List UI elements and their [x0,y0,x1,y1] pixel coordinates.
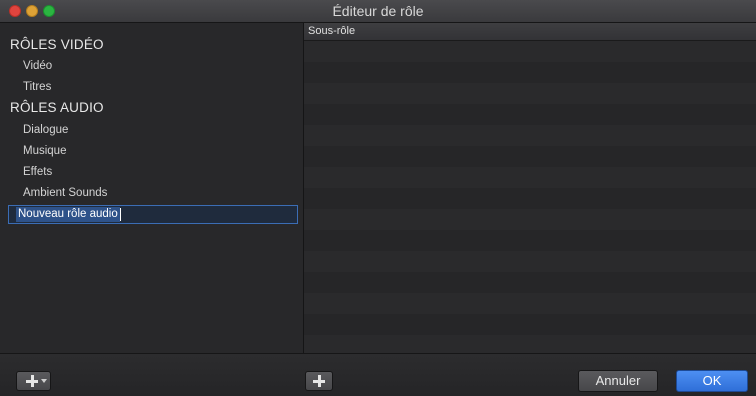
table-row [304,251,756,272]
subrole-column-label: Sous-rôle [308,25,356,37]
table-row [304,272,756,293]
new-audio-role-field[interactable]: Nouveau rôle audio [8,205,298,224]
bottom-toolbar: Annuler OK [0,353,756,396]
ok-button[interactable]: OK [676,370,748,392]
role-editor-window: Éditeur de rôle RÔLES VIDÉO Vidéo Titres… [0,0,756,396]
role-item-dialogue[interactable]: Dialogue [23,120,68,140]
role-item-music[interactable]: Musique [23,141,66,161]
add-role-menu-button[interactable] [16,371,51,391]
new-audio-role-name[interactable]: Nouveau rôle audio [16,207,120,222]
table-row [304,104,756,125]
role-item-effects[interactable]: Effets [23,162,52,182]
table-row [304,83,756,104]
table-row [304,41,756,62]
subrole-rows [304,41,756,356]
subrole-column-header[interactable]: Sous-rôle [304,23,756,41]
table-row [304,167,756,188]
audio-roles-header: RÔLES AUDIO [10,100,104,115]
role-item-ambient-sounds[interactable]: Ambient Sounds [23,183,107,203]
subrole-table: Sous-rôle [304,23,756,356]
role-item-titles[interactable]: Titres [23,77,51,97]
role-item-video[interactable]: Vidéo [23,56,52,76]
table-row [304,293,756,314]
table-row [304,125,756,146]
table-row [304,146,756,167]
table-row [304,314,756,335]
text-caret [119,208,121,221]
cancel-button[interactable]: Annuler [578,370,658,392]
plus-icon [26,375,38,387]
table-row [304,62,756,83]
table-row [304,188,756,209]
table-row [304,209,756,230]
table-row [304,230,756,251]
plus-icon [313,375,325,387]
window-title: Éditeur de rôle [332,3,424,19]
chevron-down-icon [41,379,47,383]
title-bar: Éditeur de rôle [0,0,756,23]
add-subrole-button[interactable] [305,371,333,391]
video-roles-header: RÔLES VIDÉO [10,37,104,52]
roles-sidebar: RÔLES VIDÉO Vidéo Titres RÔLES AUDIO Dia… [0,23,304,353]
